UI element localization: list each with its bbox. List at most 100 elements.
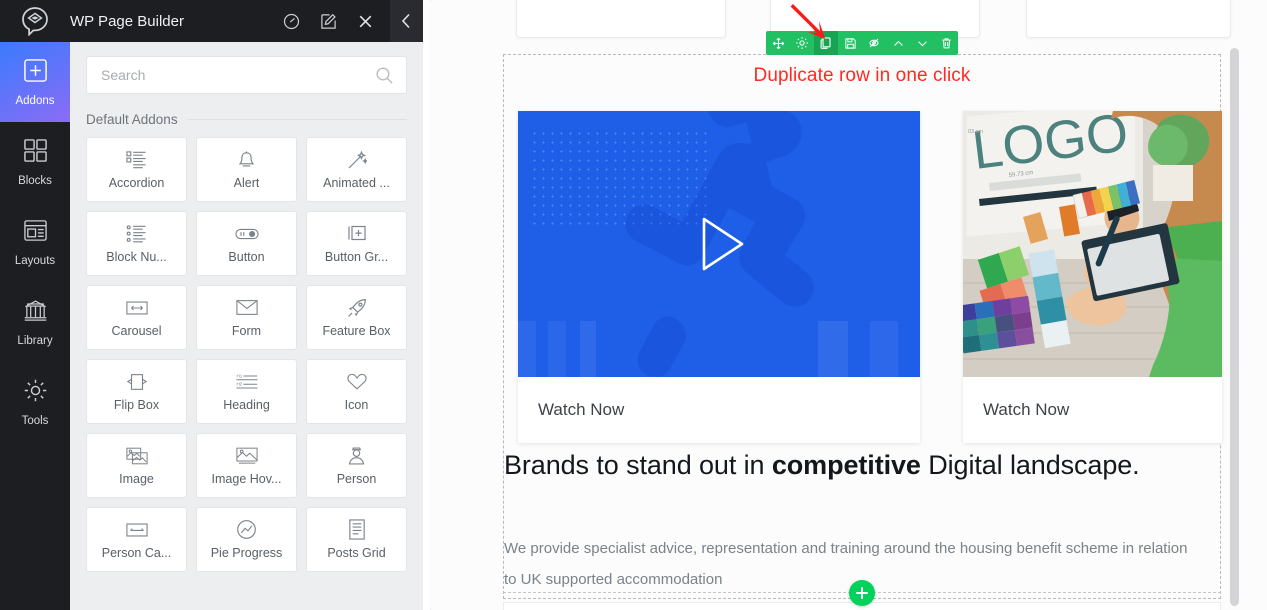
toggle-button-icon [234, 224, 259, 244]
headline-part-1: Brands to stand out in [504, 450, 772, 480]
sidebar-item-tools[interactable]: Tools [0, 362, 70, 442]
addon-tile-person[interactable]: Person [306, 433, 407, 498]
move-icon[interactable] [766, 31, 790, 55]
add-row-button[interactable] [849, 580, 875, 606]
search-icon[interactable] [375, 66, 406, 85]
trash-icon[interactable] [934, 31, 958, 55]
search-input[interactable] [87, 67, 375, 83]
pointer-arrow-icon [790, 3, 825, 39]
svg-text:H2: H2 [236, 381, 242, 386]
play-triangle-icon[interactable] [688, 213, 750, 275]
headline-part-2: Digital landscape. [920, 450, 1140, 480]
heart-icon [346, 372, 368, 392]
annotation-text: Duplicate row in one click [753, 65, 971, 86]
card-label: Watch Now [983, 400, 1070, 419]
addon-tile-button-group[interactable]: Button Gr... [306, 211, 407, 276]
gear-icon [23, 378, 48, 408]
addon-tile-pie-progress[interactable]: Pie Progress [196, 507, 297, 572]
addon-tile-label: Posts Grid [327, 545, 386, 560]
addon-tile-label: Button [228, 249, 265, 264]
chevron-left-icon [401, 13, 410, 29]
flip-box-icon [126, 372, 148, 392]
image-stack-icon [125, 446, 148, 466]
magic-wand-icon [347, 150, 367, 170]
addon-tile-label: Block Nu... [106, 249, 167, 264]
blue-runner-video-thumbnail[interactable] [518, 111, 920, 377]
addon-tile-animated-text[interactable]: Animated ... [306, 137, 407, 202]
speedometer-icon[interactable] [283, 13, 300, 30]
card-label: Watch Now [538, 400, 625, 419]
card-item[interactable]: Watch Now [518, 111, 920, 443]
previous-card-3[interactable] [1026, 0, 1231, 38]
addon-tile-heading[interactable]: H1 H2 Heading [196, 359, 297, 424]
designer-workspace-photo[interactable]: LOGO 59.73 cm 03 cm [963, 111, 1222, 377]
plus-square-icon [23, 58, 48, 88]
addon-tile-block-number[interactable]: Block Nu... [86, 211, 187, 276]
svg-text:H1: H1 [236, 373, 242, 378]
addon-tile-image-hover[interactable]: Image Hov... [196, 433, 297, 498]
addons-pane: Default Addons Accordion Aler [70, 42, 423, 610]
layouts-icon [23, 218, 48, 248]
posts-grid-icon [348, 519, 366, 540]
previous-card-1[interactable] [516, 0, 726, 38]
close-icon[interactable] [357, 13, 374, 30]
addon-tile-label: Pie Progress [210, 545, 283, 560]
card-item[interactable]: LOGO 59.73 cm 03 cm Watch Now [963, 111, 1222, 443]
page-title: WP Page Builder [70, 12, 184, 30]
body-paragraph: We provide specialist advice, representa… [504, 540, 1188, 588]
edit-icon[interactable] [320, 13, 337, 30]
headline: Brands to stand out in competitive Digit… [504, 450, 1220, 481]
envelope-icon [235, 298, 258, 318]
section-title: Default Addons [86, 112, 178, 127]
collapse-panel-button[interactable] [390, 0, 423, 42]
sidebar-item-library[interactable]: Library [0, 282, 70, 362]
addon-tile-image[interactable]: Image [86, 433, 187, 498]
addon-tile-label: Alert [233, 175, 260, 190]
addon-tile-form[interactable]: Form [196, 285, 297, 350]
sidebar-item-label: Blocks [18, 174, 52, 187]
addon-tile-person-card[interactable]: Person Ca... [86, 507, 187, 572]
search-wrap [70, 42, 423, 94]
search-box[interactable] [86, 56, 407, 94]
addon-tile-label: Accordion [108, 175, 165, 190]
person-card-icon [125, 520, 148, 540]
card-body: Watch Now [963, 377, 1222, 443]
addon-tile-label: Carousel [111, 323, 162, 338]
selected-row[interactable]: Duplicate row in one click Watch Now LOG… [503, 54, 1222, 599]
addon-tile-alert[interactable]: Alert [196, 137, 297, 202]
chevron-down-icon[interactable] [910, 31, 934, 55]
addon-tile-accordion[interactable]: Accordion [86, 137, 187, 202]
sidebar-item-label: Tools [21, 414, 49, 427]
addon-tile-flip-box[interactable]: Flip Box [86, 359, 187, 424]
image-icon [235, 446, 258, 466]
button-group-icon [347, 224, 367, 244]
sidebar-item-blocks[interactable]: Blocks [0, 122, 70, 202]
chevron-up-icon[interactable] [886, 31, 910, 55]
addon-tile-feature-box[interactable]: Feature Box [306, 285, 407, 350]
builder-panel: WP Page Builder Addons Blocks Layouts Li… [0, 0, 423, 610]
addons-scrollbar[interactable] [1230, 48, 1239, 606]
photo-illustration: LOGO 59.73 cm 03 cm [963, 111, 1222, 377]
bell-icon [237, 150, 256, 170]
addon-tile-icon[interactable]: Icon [306, 359, 407, 424]
addon-tile-carousel[interactable]: Carousel [86, 285, 187, 350]
save-icon[interactable] [838, 31, 862, 55]
addon-tile-button[interactable]: Button [196, 211, 297, 276]
wp-page-builder-screen: Duplicate row in one click Watch Now LOG… [0, 0, 1267, 610]
sidebar-item-addons[interactable]: Addons [0, 42, 70, 122]
addon-tile-posts-grid[interactable]: Posts Grid [306, 507, 407, 572]
rocket-icon [347, 298, 367, 318]
addon-tile-label: Image Hov... [211, 471, 282, 486]
addon-tile-label: Feature Box [322, 323, 391, 338]
addon-tile-label: Button Gr... [324, 249, 389, 264]
hide-icon[interactable] [862, 31, 886, 55]
sidebar-item-layouts[interactable]: Layouts [0, 202, 70, 282]
panel-body: Addons Blocks Layouts Library Tools Sear… [0, 42, 423, 610]
carousel-icon [125, 298, 148, 318]
addon-tile-label: Form [231, 323, 262, 338]
addon-tile-label: Person Ca... [101, 545, 172, 560]
block-number-list-icon [126, 224, 147, 244]
heading-icon: H1 H2 [236, 372, 258, 392]
card-body: Watch Now [518, 377, 920, 443]
svg-text:03 cm: 03 cm [968, 129, 983, 135]
